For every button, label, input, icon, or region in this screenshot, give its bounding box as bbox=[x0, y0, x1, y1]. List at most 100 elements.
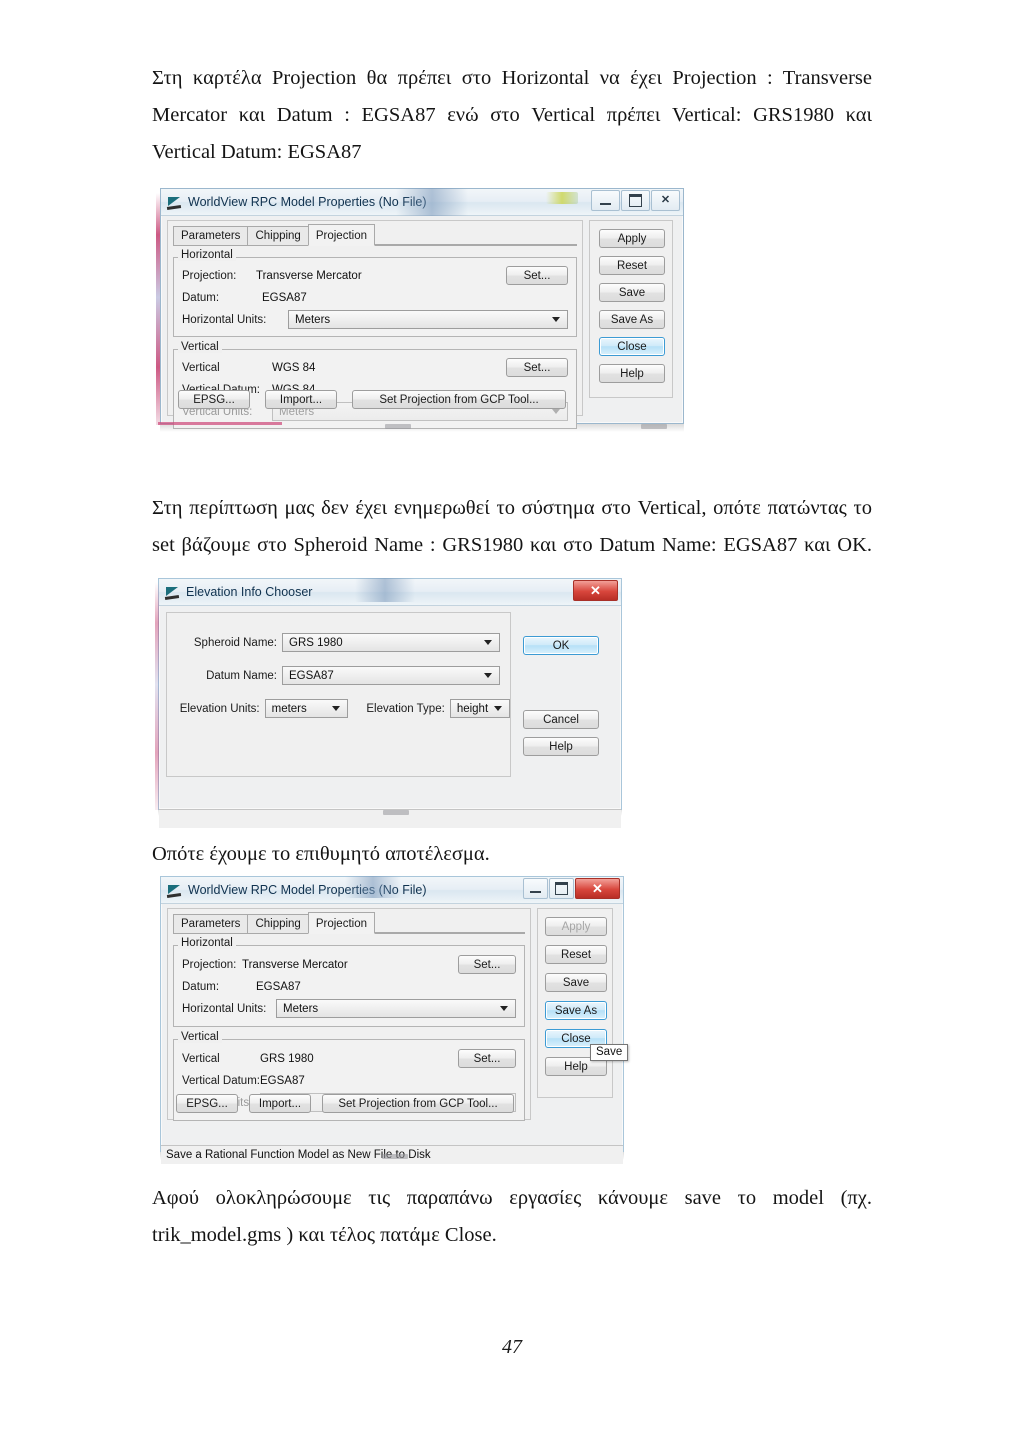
datum-value: EGSA87 bbox=[262, 291, 307, 304]
vertical-set-button[interactable]: Set... bbox=[458, 1049, 516, 1068]
vertical-datum-value: EGSA87 bbox=[260, 1074, 305, 1087]
apply-button[interactable]: Apply bbox=[599, 229, 665, 248]
paragraph-4: Αφού ολοκληρώσουμε τις παραπάνω εργασίες… bbox=[152, 1180, 872, 1254]
worldview-rpc-model-properties-dialog-2[interactable]: WorldView RPC Model Properties (No File)… bbox=[160, 876, 629, 1164]
datum-row-1: Datum: EGSA87 bbox=[182, 288, 568, 307]
dialog-3-titlebar[interactable]: WorldView RPC Model Properties (No File)… bbox=[161, 877, 623, 904]
dialog-3-content-pane: Parameters Chipping Projection Horizonta… bbox=[167, 908, 531, 1121]
paragraph-1-line-1: Στη καρτέλα Projection θα πρέπει στο Hor… bbox=[152, 67, 872, 89]
datum-label: Datum: bbox=[182, 291, 220, 304]
dialog-3-window-buttons[interactable]: ✕ bbox=[523, 878, 620, 899]
save-button[interactable]: Save bbox=[599, 283, 665, 302]
datum-label: Datum: bbox=[182, 980, 220, 993]
ok-button[interactable]: OK bbox=[523, 636, 599, 655]
dialog-2-body: Spheroid Name: GRS 1980 Datum Name: EGSA… bbox=[159, 606, 621, 828]
dialog-2-content-pane: Spheroid Name: GRS 1980 Datum Name: EGSA… bbox=[166, 612, 511, 777]
close-icon[interactable]: ✕ bbox=[651, 190, 680, 211]
elevation-units-label: Elevation Units: bbox=[179, 702, 260, 715]
dialog-1-body: Parameters Chipping Projection Horizonta… bbox=[161, 216, 683, 436]
vertical-group-1: Vertical Vertical WGS 84 Set... Vertical… bbox=[173, 341, 577, 429]
dialog-2-window-buttons[interactable]: ✕ bbox=[573, 580, 618, 601]
projection-value: Transverse Mercator bbox=[242, 958, 348, 971]
import-button[interactable]: Import... bbox=[265, 390, 337, 409]
projection-label: Projection: bbox=[182, 269, 237, 282]
vertical-set-button[interactable]: Set... bbox=[506, 358, 568, 377]
elevation-info-chooser-dialog[interactable]: Elevation Info Chooser ✕ Spheroid Name: … bbox=[158, 578, 622, 828]
worldview-app-icon bbox=[166, 883, 182, 898]
horizontal-units-combo[interactable]: Meters bbox=[276, 999, 516, 1018]
apply-button[interactable]: Apply bbox=[545, 917, 607, 936]
datum-name-combo[interactable]: EGSA87 bbox=[282, 666, 500, 685]
dialog-2-titlebar[interactable]: Elevation Info Chooser ✕ bbox=[159, 579, 621, 606]
reset-button[interactable]: Reset bbox=[545, 945, 607, 964]
set-projection-from-gcp-tool-button[interactable]: Set Projection from GCP Tool... bbox=[322, 1094, 514, 1113]
cancel-button[interactable]: Cancel bbox=[523, 710, 599, 729]
epsg-button[interactable]: EPSG... bbox=[176, 1094, 238, 1113]
minimize-icon[interactable] bbox=[523, 878, 548, 899]
vertical-group-inner: Vertical WGS 84 Set... Vertical Datum: W… bbox=[174, 350, 576, 428]
dialog-3-side-panel: Apply Reset Save Save As Close Help bbox=[537, 908, 613, 1098]
dialog-1-side-panel: Apply Reset Save Save As Close Help bbox=[589, 220, 673, 398]
projection-row-1: Projection: Transverse Mercator Set... bbox=[182, 266, 568, 285]
save-as-button[interactable]: Save As bbox=[545, 1001, 607, 1020]
import-button[interactable]: Import... bbox=[249, 1094, 311, 1113]
maximize-icon[interactable] bbox=[621, 190, 650, 211]
worldview-rpc-model-properties-dialog-1[interactable]: WorldView RPC Model Properties (No File)… bbox=[160, 188, 684, 429]
minimize-icon[interactable] bbox=[591, 190, 620, 211]
tab-projection[interactable]: Projection bbox=[307, 224, 375, 246]
close-button[interactable]: Close bbox=[599, 337, 665, 356]
dialog-1-window-buttons[interactable]: ✕ bbox=[591, 190, 680, 211]
paragraph-2: Στη περίπτωση μας δεν έχει ενημερωθεί το… bbox=[152, 490, 872, 564]
help-button[interactable]: Help bbox=[599, 364, 665, 383]
help-button[interactable]: Help bbox=[523, 737, 599, 756]
horizontal-set-button[interactable]: Set... bbox=[458, 955, 516, 974]
horizontal-units-label: Horizontal Units: bbox=[182, 313, 267, 326]
paragraph-2-line-1: Στη περίπτωση μας δεν έχει ενημερωθεί το… bbox=[152, 497, 872, 519]
save-button[interactable]: Save bbox=[545, 973, 607, 992]
dialog-1-tabstrip[interactable]: Parameters Chipping Projection bbox=[173, 224, 577, 246]
close-icon[interactable]: ✕ bbox=[573, 580, 618, 601]
horizontal-set-button[interactable]: Set... bbox=[506, 266, 568, 285]
paragraph-3: Οπότε έχουμε το επιθυμητό αποτέλεσμα. bbox=[152, 836, 872, 873]
horizontal-units-combo[interactable]: Meters bbox=[288, 310, 568, 329]
epsg-button[interactable]: EPSG... bbox=[178, 390, 250, 409]
save-as-button[interactable]: Save As bbox=[599, 310, 665, 329]
vertical-value: WGS 84 bbox=[272, 361, 316, 374]
spheroid-name-combo[interactable]: GRS 1980 bbox=[282, 633, 500, 652]
elevation-units-combo[interactable]: meters bbox=[264, 699, 349, 718]
reset-button[interactable]: Reset bbox=[599, 256, 665, 275]
horizontal-group-label: Horizontal bbox=[178, 249, 236, 261]
set-projection-from-gcp-tool-button[interactable]: Set Projection from GCP Tool... bbox=[352, 390, 566, 409]
chevron-down-icon bbox=[552, 317, 560, 322]
datum-name-value: EGSA87 bbox=[289, 669, 334, 682]
tab-projection[interactable]: Projection bbox=[307, 912, 375, 934]
dialog-1-content-pane: Parameters Chipping Projection Horizonta… bbox=[167, 220, 583, 429]
dialog-1-bottom-buttons: EPSG... Import... Set Projection from GC… bbox=[178, 390, 566, 409]
elevation-type-label: Elevation Type: bbox=[366, 702, 445, 715]
chevron-down-icon bbox=[484, 673, 492, 678]
maximize-icon[interactable] bbox=[549, 878, 574, 899]
tab-parameters[interactable]: Parameters bbox=[173, 226, 249, 245]
paragraph-1-line-2: Mercator και Datum : EGSA87 ενώ στο Vert… bbox=[152, 104, 872, 126]
tab-chipping[interactable]: Chipping bbox=[247, 914, 309, 933]
page-number: 47 bbox=[502, 1336, 522, 1358]
tab-chipping[interactable]: Chipping bbox=[247, 226, 309, 245]
elevation-row: Elevation Units: meters Elevation Type: … bbox=[167, 699, 510, 718]
chevron-down-icon bbox=[494, 706, 502, 711]
close-icon[interactable]: ✕ bbox=[575, 878, 620, 899]
dialog-1-side-buttons: Apply Reset Save Save As Close Help bbox=[599, 229, 665, 383]
datum-row-2: Datum: EGSA87 bbox=[182, 977, 516, 996]
vertical-datum-row-2: Vertical Datum: EGSA87 bbox=[182, 1071, 516, 1090]
paragraph-4-line-2: trik_model.gms ) και τέλος πατάμε Close. bbox=[152, 1224, 497, 1246]
tab-parameters[interactable]: Parameters bbox=[173, 914, 249, 933]
dialog-1-titlebar[interactable]: WorldView RPC Model Properties (No File)… bbox=[161, 189, 683, 216]
dialog-3-statusbar: Save a Rational Function Model as New Fi… bbox=[161, 1145, 623, 1164]
dialog-3-tabstrip[interactable]: Parameters Chipping Projection bbox=[173, 912, 525, 934]
horizontal-units-label: Horizontal Units: bbox=[182, 1002, 267, 1015]
vertical-group-label: Vertical bbox=[178, 1031, 222, 1043]
projection-row-2: Projection: Transverse Mercator Set... bbox=[182, 955, 516, 974]
elevation-type-combo[interactable]: height bbox=[449, 699, 510, 718]
chevron-down-icon bbox=[500, 1006, 508, 1011]
horizontal-units-row-1: Horizontal Units: Meters bbox=[182, 310, 568, 329]
document-page: Στη καρτέλα Projection θα πρέπει στο Hor… bbox=[0, 0, 1024, 1447]
